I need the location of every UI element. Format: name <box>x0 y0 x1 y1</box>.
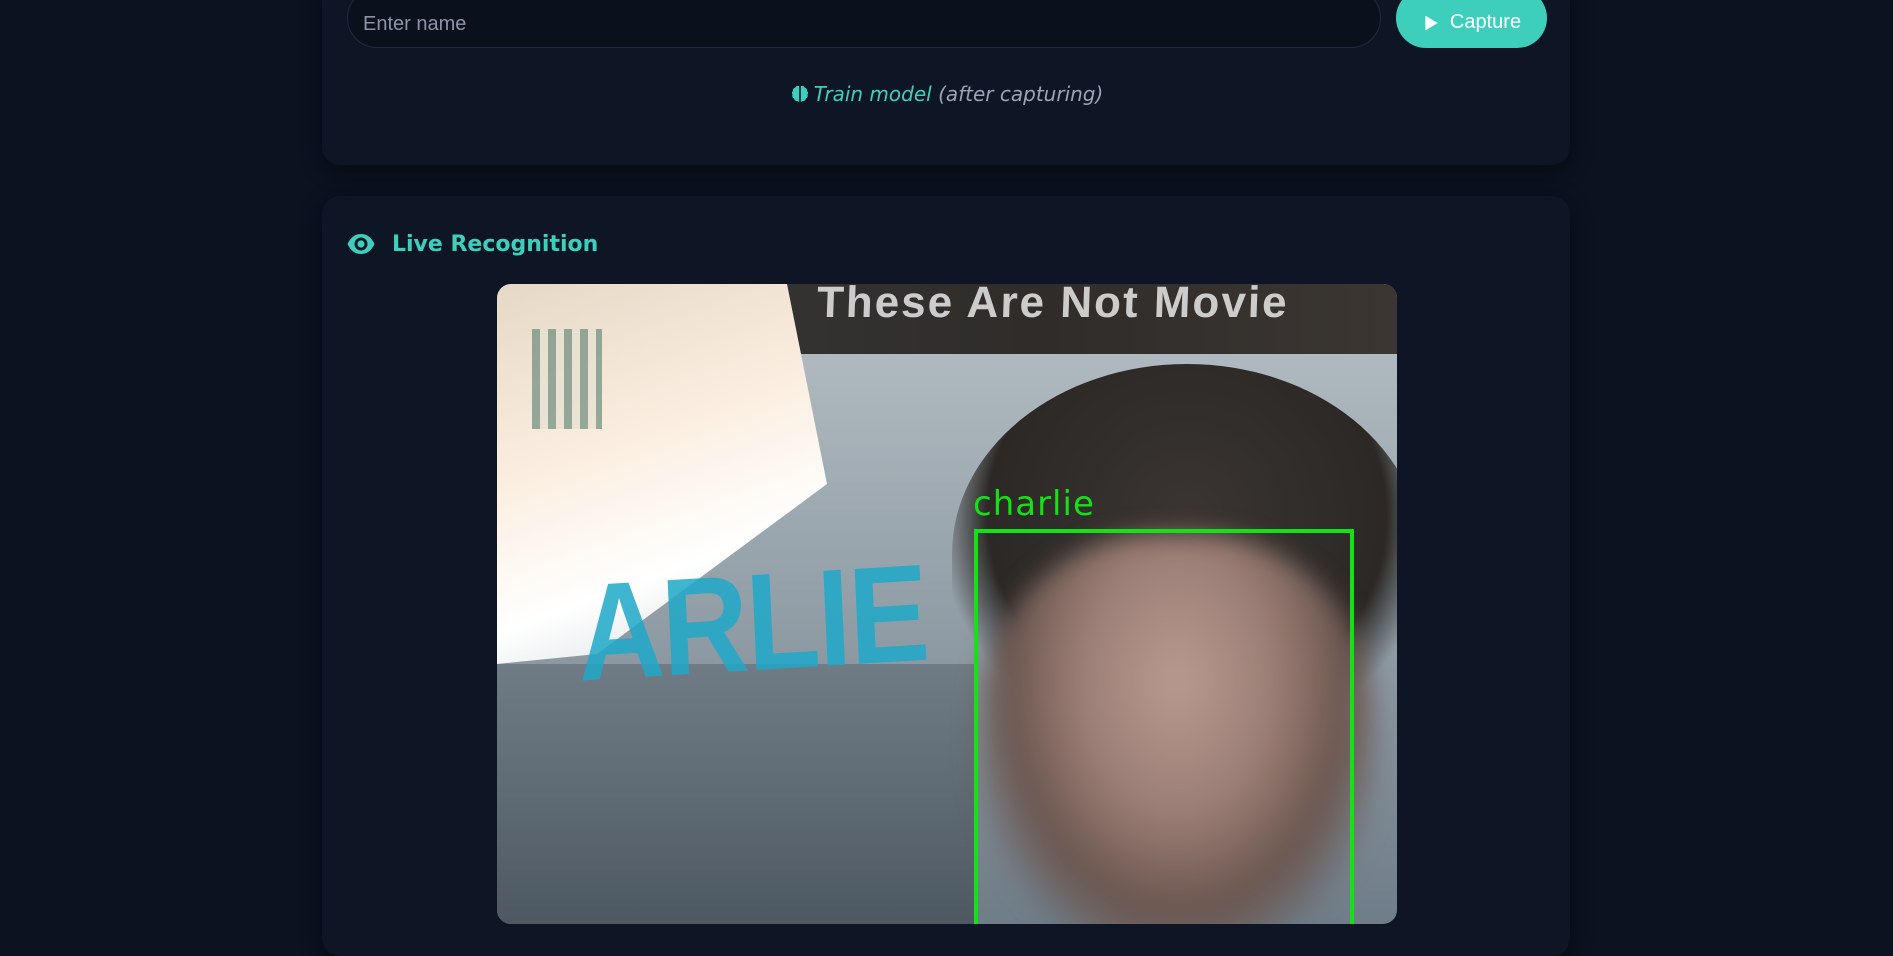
video-shirt-text: ARLIE <box>573 535 931 711</box>
video-banner-text: These Are Not Movie <box>816 284 1290 327</box>
face-detection-box <box>974 529 1354 924</box>
live-recognition-header: Live Recognition <box>346 228 598 260</box>
capture-button[interactable]: Capture <box>1396 0 1547 48</box>
face-detection-label: charlie <box>973 484 1095 524</box>
name-input[interactable] <box>347 0 1381 48</box>
train-model-link[interactable]: Train model <box>790 82 938 106</box>
train-note: (after capturing) <box>938 82 1104 106</box>
live-video-feed: These Are Not Movie ARLIE charlie <box>497 284 1397 924</box>
train-row: Train model (after capturing) <box>0 82 1893 106</box>
live-recognition-title: Live Recognition <box>392 231 599 257</box>
eye-icon <box>347 234 375 254</box>
video-window-lattice <box>532 329 602 429</box>
train-model-label: Train model <box>813 82 932 106</box>
capture-button-label: Capture <box>1449 11 1522 33</box>
play-icon <box>1425 15 1438 30</box>
brain-icon <box>791 85 808 102</box>
